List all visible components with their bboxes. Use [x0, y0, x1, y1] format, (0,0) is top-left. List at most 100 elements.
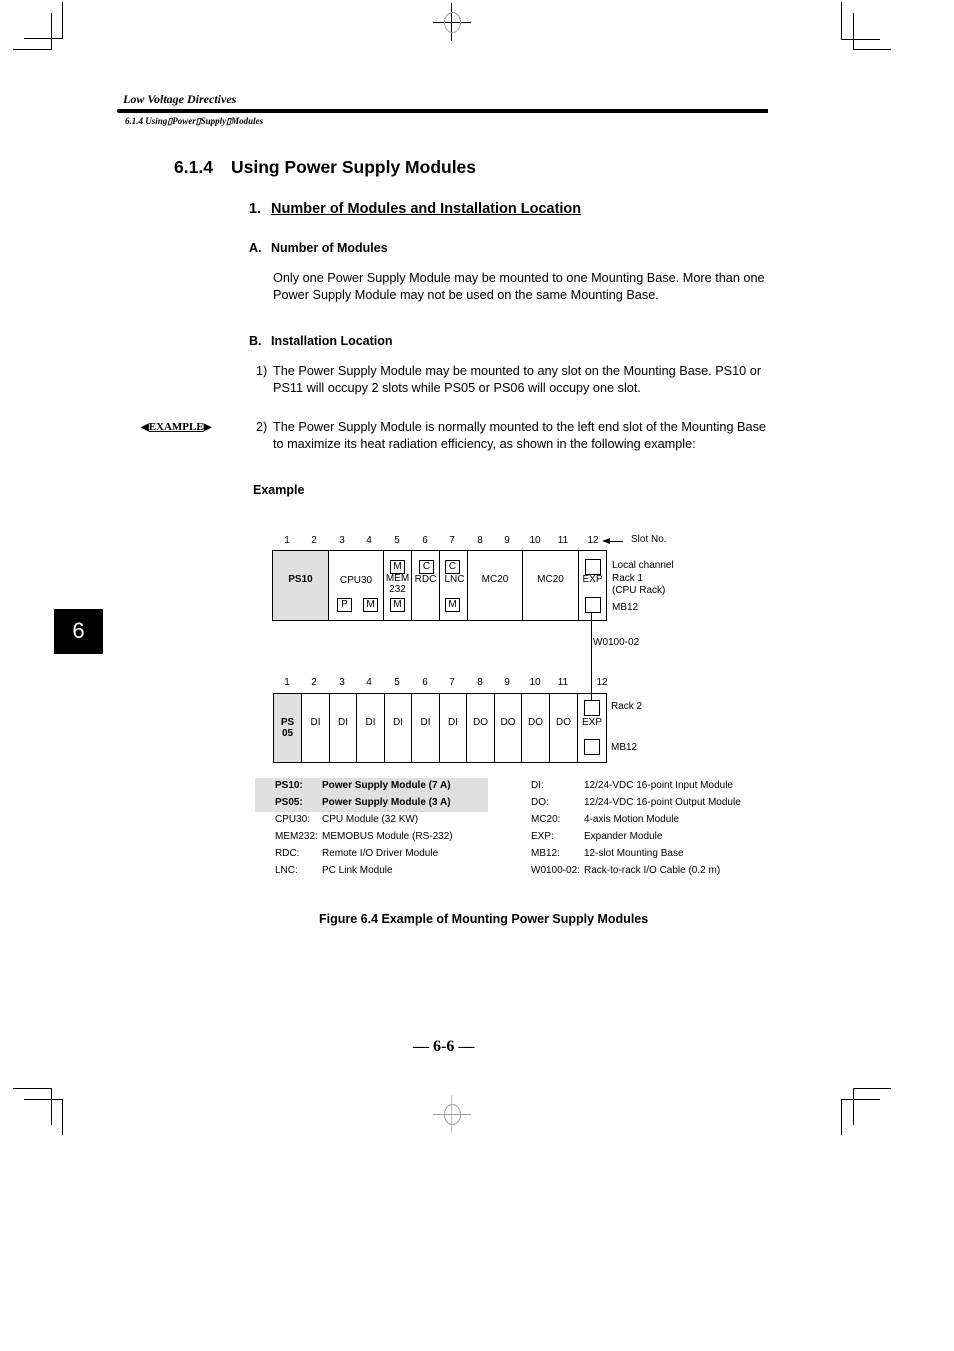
port-box-m: M — [363, 598, 378, 612]
module-ps05: PS 05 — [274, 694, 302, 762]
connector-box — [585, 597, 601, 613]
list-item-number: 1) — [256, 364, 268, 378]
connector-box — [585, 559, 601, 575]
part-a-letter: A. — [249, 241, 262, 255]
legend-row: MC20: 4-axis Motion Module — [531, 812, 771, 829]
slot-number: 1 — [284, 677, 290, 688]
module-label: PS 05 — [274, 717, 301, 739]
crop-mark — [51, 13, 52, 50]
module-label: EXP — [582, 574, 603, 585]
legend-value: 12/24-VDC 16-point Input Module — [584, 780, 733, 791]
module-rdc: C RDC — [412, 551, 440, 620]
port-box-p: P — [337, 598, 352, 612]
crop-mark — [841, 1099, 842, 1135]
module-di: DI — [412, 694, 440, 762]
crop-mark — [841, 2, 842, 40]
legend-row: MEM232: MEMOBUS Module (RS-232) — [255, 829, 488, 846]
triangle-left-icon: ◀ — [141, 422, 149, 433]
legend-key: EXP: — [531, 831, 554, 842]
legend-row: W0100-02: Rack-to-rack I/O Cable (0.2 m) — [531, 863, 771, 880]
module-exp: EXP — [579, 551, 606, 620]
slot-number: 8 — [477, 535, 483, 546]
module-ps10: PS10 — [273, 551, 329, 620]
slot-number: 8 — [477, 677, 483, 688]
rack1-label-line: Local channel — [612, 560, 674, 571]
figure-caption: Figure 6.4 Example of Mounting Power Sup… — [319, 912, 649, 926]
example-tag-label: EXAMPLE — [148, 421, 204, 433]
module-di: DI — [330, 694, 357, 762]
legend-row: PS05: Power Supply Module (3 A) — [255, 795, 488, 812]
slot-number: 4 — [366, 535, 372, 546]
legend-value: Power Supply Module (3 A) — [322, 797, 451, 808]
legend-value: Remote I/O Driver Module — [322, 848, 439, 859]
triangle-right-icon: ▶ — [203, 422, 212, 433]
legend-value: Power Supply Module (7 A) — [322, 780, 451, 791]
module-do: DO — [550, 694, 578, 762]
crop-mark — [853, 49, 891, 50]
slot-number: 7 — [449, 677, 455, 688]
crop-mark — [51, 1088, 52, 1125]
subsection-title: Number of Modules and Installation Locat… — [271, 201, 582, 217]
crop-mark — [24, 1099, 63, 1100]
part-a-title: Number of Modules — [271, 241, 388, 255]
crop-mark — [13, 49, 52, 50]
module-label: DI — [338, 717, 348, 728]
legend-row: CPU30: CPU Module (32 KW) — [255, 812, 488, 829]
legend-row: DI: 12/24-VDC 16-point Input Module — [531, 778, 771, 795]
legend-key: CPU30: — [275, 814, 311, 825]
cable-label: W0100-02 — [593, 637, 640, 648]
crop-mark — [62, 2, 63, 38]
legend-key: DI: — [531, 780, 544, 791]
legend-key: MC20: — [531, 814, 561, 825]
module-di: DI — [357, 694, 385, 762]
legend-right: DI: 12/24-VDC 16-point Input Module DO: 12/… — [531, 778, 771, 880]
legend-key: MEM232: — [275, 831, 318, 842]
port-box-c: C — [419, 560, 434, 574]
slot-number: 9 — [504, 535, 510, 546]
list-item: 1) The Power Supply Module may be mounte… — [256, 363, 773, 396]
part-a-paragraph: Only one Power Supply Module may be moun… — [273, 271, 765, 302]
rack1-label-line: Rack 1 — [612, 572, 644, 584]
running-title: Low Voltage Directives — [123, 92, 237, 106]
crop-mark — [841, 1099, 880, 1100]
section-title: Using Power Supply Modules — [231, 157, 477, 177]
part-b-title: Installation Location — [271, 334, 393, 348]
module-label: DO — [500, 717, 516, 728]
legend-left: PS10: Power Supply Module (7 A) PS05: Power… — [255, 778, 488, 880]
part-a-heading: A. Number of Modules — [249, 241, 388, 255]
legend-row: MB12: 12-slot Mounting Base — [531, 846, 771, 863]
registration-mark — [444, 12, 461, 33]
module-label: MC20 — [481, 574, 509, 585]
module-exp: EXP — [578, 694, 606, 762]
port-box-m: M — [445, 598, 460, 612]
slot-number: 5 — [394, 677, 400, 688]
legend-key: MB12: — [531, 848, 560, 859]
module-label: LNC — [444, 574, 465, 585]
rack2-base-label: MB12 — [611, 742, 638, 753]
slot-number: 3 — [339, 535, 345, 546]
legend-value: 4-axis Motion Module — [584, 814, 680, 825]
module-cpu30: CPU30 P M — [329, 551, 384, 620]
slot-number: 3 — [339, 677, 345, 688]
slot-number: 10 — [529, 535, 541, 546]
crop-mark — [62, 1099, 63, 1135]
subsection-heading: 1. Number of Modules and Installation Loc… — [249, 201, 581, 217]
legend-key: DO: — [531, 797, 549, 808]
module-label: CPU30 — [339, 575, 373, 586]
crop-mark — [24, 38, 63, 39]
rack2-side-label: Rack 2 — [611, 701, 643, 712]
header-rule — [117, 109, 768, 113]
module-di: DI — [440, 694, 467, 762]
module-label: EXP — [581, 717, 602, 728]
crop-mark — [841, 39, 880, 40]
connector-box — [584, 739, 600, 755]
crop-mark — [853, 13, 854, 50]
legend-row: EXP: Expander Module — [531, 829, 771, 846]
module-do: DO — [495, 694, 522, 762]
slot-number: 6 — [422, 535, 428, 546]
page-number: — 6-6 — — [413, 1038, 475, 1055]
connector-box — [584, 700, 600, 716]
module-label: DI — [310, 717, 321, 728]
slot-number: 11 — [557, 677, 569, 688]
part-b-letter: B. — [249, 334, 262, 348]
